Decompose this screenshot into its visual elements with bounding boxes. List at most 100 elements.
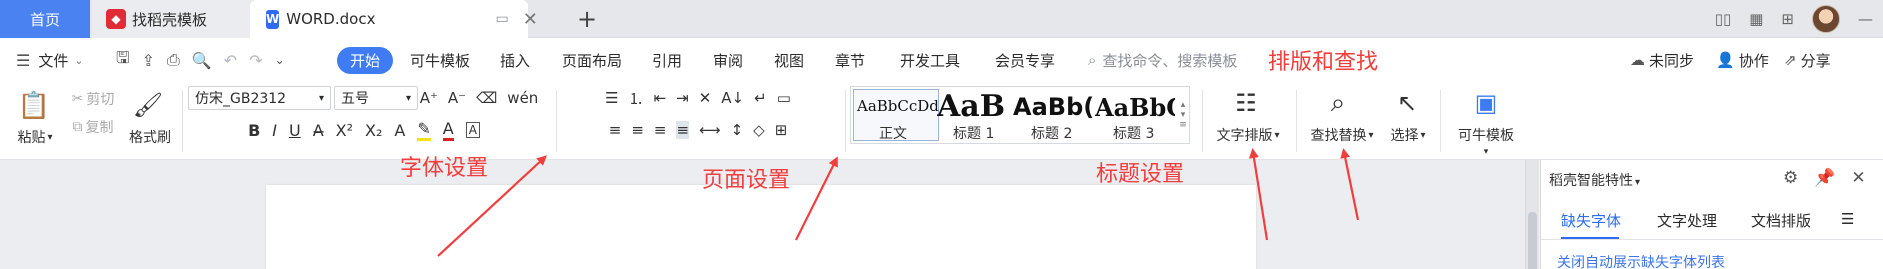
float-window-icon[interactable]: ▭: [495, 11, 508, 27]
export-icon[interactable]: ⇪: [142, 51, 155, 70]
disable-auto-show-link[interactable]: 关闭自动展示缺失字体列表: [1557, 252, 1725, 269]
distribute-icon[interactable]: ⟷: [699, 121, 721, 139]
paste-icon[interactable]: 📋: [14, 88, 54, 124]
paragraph-tools-bottom: ≡ ≡ ≡ ≡ ⟷ ↕ ◇ ⊞: [563, 118, 833, 142]
minimize-icon[interactable]: —: [1858, 10, 1873, 28]
print-icon[interactable]: ⎙: [167, 50, 180, 70]
command-search[interactable]: ⌕ 查找命令、搜索模板: [1088, 38, 1237, 82]
tab-view[interactable]: 视图: [774, 38, 804, 82]
tab-chapter[interactable]: 章节: [835, 38, 865, 82]
chevron-down-icon[interactable]: ▾: [1480, 146, 1492, 158]
bold-icon[interactable]: B: [248, 121, 260, 140]
tab-review[interactable]: 审阅: [713, 38, 743, 82]
find-icon[interactable]: ⌕: [1318, 86, 1358, 120]
keniu-template-icon[interactable]: ▣: [1466, 86, 1506, 120]
save-icon[interactable]: 🖫: [116, 47, 130, 74]
tab-templates[interactable]: ◆ 找稻壳模板: [92, 0, 250, 38]
collab-button[interactable]: 👤 协作: [1716, 38, 1769, 82]
layout-switch-icon[interactable]: ▯▯: [1715, 10, 1732, 28]
sort-icon[interactable]: A↓: [721, 89, 744, 107]
char-border-icon[interactable]: A: [465, 122, 480, 138]
cut-button[interactable]: ✂ 剪切: [62, 88, 124, 110]
copy-button[interactable]: ⧉ 复制: [62, 116, 124, 138]
keniu-template-button[interactable]: 可牛模板: [1448, 124, 1524, 146]
superscript-icon[interactable]: X²: [336, 121, 353, 140]
style-heading3-sample[interactable]: AaBbC: [1095, 93, 1175, 122]
close-tab-icon[interactable]: ✕: [523, 9, 538, 30]
panel-menu-icon[interactable]: ☰: [1841, 210, 1854, 228]
italic-icon[interactable]: I: [272, 121, 277, 140]
share-button[interactable]: ⇗ 分享: [1784, 38, 1831, 82]
file-menu[interactable]: ☰ 文件 ⌄: [16, 38, 84, 82]
align-right-icon[interactable]: ≡: [654, 121, 667, 139]
apps-icon[interactable]: ⊞: [1781, 10, 1794, 28]
style-heading1-sample[interactable]: AaB: [937, 89, 1011, 124]
format-painter-icon[interactable]: 🖌: [130, 88, 166, 122]
select-button[interactable]: 选择 ▾: [1382, 124, 1434, 146]
cursor-icon[interactable]: ↖: [1390, 86, 1424, 120]
tab-document[interactable]: W WORD.docx ▭ ✕: [250, 0, 538, 38]
font-color-icon[interactable]: A: [442, 119, 454, 141]
find-replace-button[interactable]: 查找替换 ▾: [1302, 124, 1382, 146]
panel-tab-doc-layout[interactable]: 文档排版: [1751, 210, 1811, 231]
paste-button[interactable]: 粘贴 ▾: [10, 126, 60, 148]
styles-scroll[interactable]: ▴ ▾ ≡: [1177, 89, 1189, 141]
number-list-icon[interactable]: ⒈: [629, 88, 644, 109]
tab-start[interactable]: 开始: [337, 38, 394, 82]
borders-icon[interactable]: ⊞: [775, 121, 788, 139]
chevron-down-icon: ▾: [1368, 129, 1374, 141]
ruler-icon[interactable]: ▭: [777, 89, 791, 107]
phonetic-icon[interactable]: wén: [507, 89, 538, 107]
scrollbar-thumb[interactable]: [1528, 212, 1537, 269]
settings-gear-icon[interactable]: ⚙: [1783, 168, 1798, 188]
style-heading2-sample[interactable]: AaBb(: [1013, 93, 1093, 121]
panel-tab-missing-fonts[interactable]: 缺失字体: [1561, 210, 1621, 231]
grid-icon[interactable]: ▦: [1749, 10, 1763, 28]
strikethrough-icon[interactable]: A̶: [313, 121, 324, 140]
font-size-select[interactable]: 五号 ▾: [334, 86, 418, 110]
justify-icon[interactable]: ≡: [676, 121, 690, 139]
panel-tab-text-processing[interactable]: 文字处理: [1657, 210, 1717, 231]
shrink-font-icon[interactable]: A⁻: [448, 89, 466, 107]
underline-icon[interactable]: U: [289, 121, 301, 140]
align-left-icon[interactable]: ≡: [609, 121, 622, 139]
tab-developer[interactable]: 开发工具: [900, 38, 960, 82]
tab-developer-label: 开发工具: [900, 51, 961, 70]
line-spacing-icon[interactable]: ↕: [731, 121, 744, 139]
document-page[interactable]: [266, 185, 1256, 269]
bullet-list-icon[interactable]: ☰: [605, 89, 618, 107]
customize-chevron-icon[interactable]: ⌄: [275, 53, 285, 67]
text-layout-icon[interactable]: ☷: [1226, 86, 1266, 120]
grow-font-icon[interactable]: A⁺: [420, 89, 438, 107]
subscript-icon[interactable]: X₂: [365, 121, 382, 140]
text-layout-button[interactable]: 文字排版 ▾: [1208, 124, 1288, 146]
highlight-icon[interactable]: ✎: [417, 119, 431, 141]
avatar[interactable]: [1812, 5, 1840, 33]
increase-indent-icon[interactable]: ⇥: [676, 89, 689, 107]
decrease-indent-icon[interactable]: ⇤: [654, 89, 667, 107]
vertical-scrollbar[interactable]: [1525, 160, 1539, 269]
tab-insert[interactable]: 插入: [500, 38, 530, 82]
font-name-select[interactable]: 仿宋_GB2312 ▾: [188, 86, 331, 110]
undo-icon[interactable]: ↶: [224, 51, 237, 70]
cut-label: 剪切: [86, 92, 115, 108]
shading-icon[interactable]: ◇: [753, 121, 765, 139]
panel-close-icon[interactable]: ✕: [1851, 168, 1865, 188]
tab-member[interactable]: 会员专享: [995, 38, 1055, 82]
panel-title[interactable]: 稻壳智能特性 ▾: [1549, 170, 1640, 190]
align-center-icon[interactable]: ≡: [631, 121, 644, 139]
new-tab-button[interactable]: +: [572, 0, 602, 38]
show-marks-icon[interactable]: ↵: [754, 89, 767, 107]
tab-home[interactable]: 首页: [0, 0, 90, 38]
format-painter-button[interactable]: 格式刷: [124, 126, 176, 148]
chinese-layout-icon[interactable]: ✕: [699, 89, 712, 107]
print-preview-icon[interactable]: 🔍: [192, 51, 212, 70]
tab-references[interactable]: 引用: [652, 38, 682, 82]
tab-keniu[interactable]: 可牛模板: [410, 38, 470, 82]
redo-icon[interactable]: ↷: [249, 51, 262, 70]
text-effect-icon[interactable]: A: [394, 121, 405, 140]
tab-page-layout[interactable]: 页面布局: [562, 38, 622, 82]
sync-status[interactable]: ☁ 未同步: [1630, 38, 1694, 82]
clear-format-icon[interactable]: ⌫: [476, 89, 497, 107]
pin-icon[interactable]: 📌: [1814, 168, 1835, 188]
